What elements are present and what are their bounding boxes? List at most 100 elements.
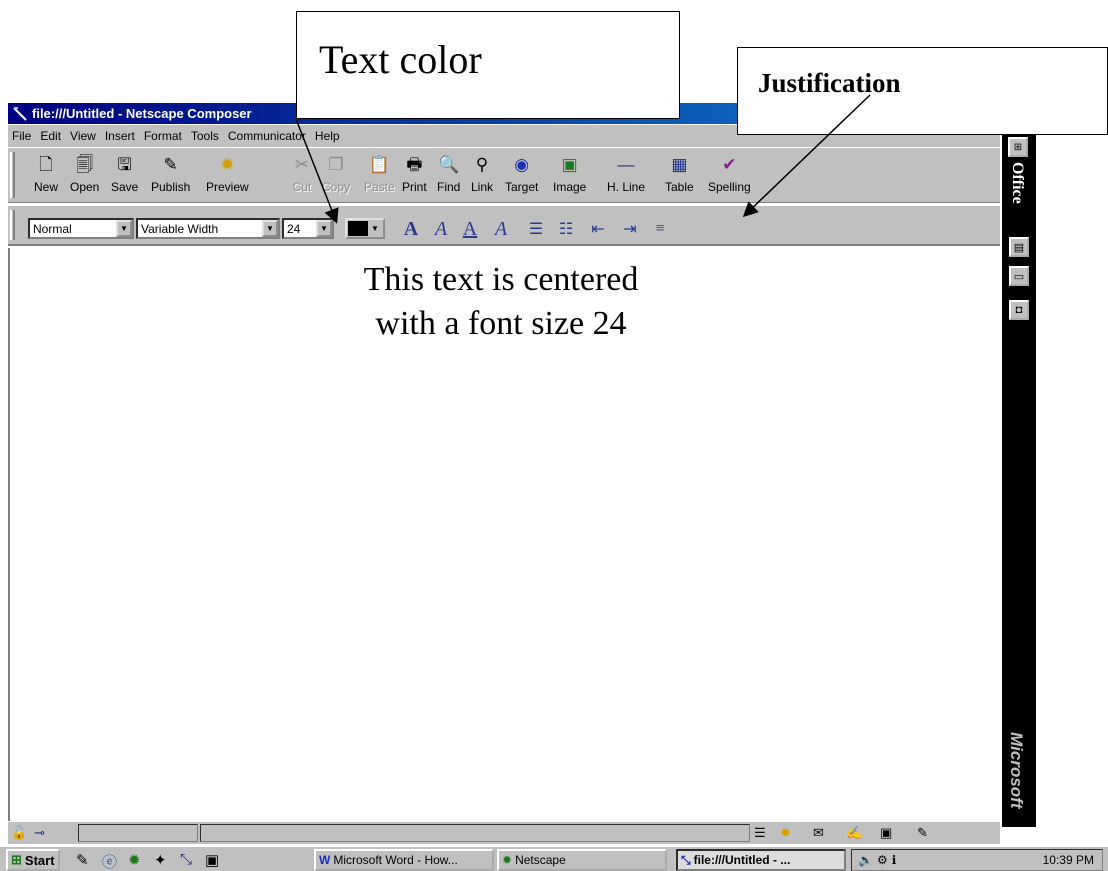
cut-button[interactable]: ✂ Cut xyxy=(291,154,313,194)
publish-button[interactable]: ✎ Publish xyxy=(151,154,190,194)
netscape-icon[interactable]: ✹ xyxy=(128,851,141,869)
taskbar-word-label: Microsoft Word - How... xyxy=(333,853,458,867)
calendar-icon[interactable]: ▣ xyxy=(205,851,219,869)
table-button[interactable]: ▦ Table xyxy=(665,154,694,194)
mailbox-icon[interactable]: ✉ xyxy=(813,825,824,841)
taskbar-netscape-button[interactable]: ✹ Netscape xyxy=(497,849,667,871)
word-icon: W xyxy=(319,853,331,867)
target-label: Target xyxy=(505,180,539,194)
print-button[interactable]: 🖶 Print xyxy=(402,154,427,194)
printer-icon: 🖶 xyxy=(406,155,423,174)
paste-label: Paste xyxy=(364,180,395,194)
paragraph-style-select[interactable]: Normal ▼ xyxy=(28,218,134,239)
menu-format[interactable]: Format xyxy=(144,129,182,143)
bold-button[interactable]: A xyxy=(399,218,423,240)
discussion-icon[interactable]: ✍ xyxy=(846,825,862,841)
menu-edit[interactable]: Edit xyxy=(40,129,61,143)
taskbar-netscape-label: Netscape xyxy=(515,853,566,867)
target-button[interactable]: ◉ Target xyxy=(505,154,538,194)
taskbar-composer-button[interactable]: ⤡ file:///Untitled - ... xyxy=(676,849,846,871)
alignment-button[interactable]: ≡ xyxy=(648,218,672,240)
speaker-icon[interactable]: 🔈 xyxy=(858,853,873,867)
preview-label: Preview xyxy=(206,180,249,194)
toolbar-grip[interactable] xyxy=(10,210,15,240)
taskbar: ⊞ Start ✎ ⓔ ✹ ✦ ⤡ ▣ W Microsoft Word - H… xyxy=(0,845,1108,871)
new-document-icon[interactable]: ▤ xyxy=(1009,237,1029,257)
bold-icon: A xyxy=(403,217,419,240)
scissors-icon: ✂ xyxy=(294,155,310,174)
remove-styles-button[interactable]: A xyxy=(489,218,513,240)
open-button[interactable]: 🗐 Open xyxy=(70,154,99,194)
save-label: Save xyxy=(111,180,139,194)
link-button[interactable]: ⚲ Link xyxy=(471,154,493,194)
image-button[interactable]: ▣ Image xyxy=(553,154,586,194)
underline-button[interactable]: A xyxy=(458,218,482,240)
text-color-button[interactable]: ▼ xyxy=(345,218,385,239)
document-line-2: with a font size 24 xyxy=(375,305,627,342)
copy-button[interactable]: ❐ Copy xyxy=(322,154,350,194)
decrease-indent-button[interactable]: ⇤ xyxy=(586,218,610,240)
start-label: Start xyxy=(24,852,55,868)
menu-insert[interactable]: Insert xyxy=(105,129,135,143)
chevron-down-icon[interactable]: ▼ xyxy=(262,220,278,237)
composer-icon[interactable]: ⤡ xyxy=(180,851,192,868)
text-color-callout-label: Text color xyxy=(319,37,482,82)
spelling-label: Spelling xyxy=(708,180,751,194)
find-icon: 🔍 xyxy=(438,155,460,174)
paragraph-style-value: Normal xyxy=(33,221,72,236)
publish-label: Publish xyxy=(151,180,191,194)
image-icon: ▣ xyxy=(561,155,578,174)
network-icon[interactable]: ⚙ xyxy=(877,853,888,867)
spelling-button[interactable]: ✔ Spelling xyxy=(708,154,751,194)
open-folder-icon[interactable]: ▭ xyxy=(1009,266,1029,286)
italic-button[interactable]: A xyxy=(429,218,453,240)
edit-icon[interactable]: ✎ xyxy=(917,825,928,841)
status-bar: 🔓 ⊸ ☰ ✹ ✉ ✍ ▣ ✎ xyxy=(8,821,1000,844)
start-button[interactable]: ⊞ Start xyxy=(6,849,60,871)
font-select[interactable]: Variable Width ▼ xyxy=(136,218,280,239)
link-label: Link xyxy=(471,180,494,194)
increase-indent-button[interactable]: ⇥ xyxy=(618,218,642,240)
outlook-icon[interactable]: ◘ xyxy=(1009,300,1029,320)
document-area[interactable]: This text is centered with a font size 2… xyxy=(8,248,1000,821)
numbered-list-button[interactable]: ☷ xyxy=(554,218,578,240)
taskbar-word-button[interactable]: W Microsoft Word - How... xyxy=(314,849,494,871)
info-icon[interactable]: ℹ xyxy=(892,853,897,867)
new-button[interactable]: 🗋 New xyxy=(34,154,58,194)
menu-file[interactable]: File xyxy=(12,129,31,143)
chevron-down-icon[interactable]: ▼ xyxy=(316,220,332,237)
target-icon: ◉ xyxy=(514,155,530,174)
microsoft-brand: Microsoft xyxy=(1007,732,1026,809)
menu-help[interactable]: Help xyxy=(315,129,340,143)
hline-button[interactable]: — H. Line xyxy=(607,154,645,194)
bullet-list-button[interactable]: ☰ xyxy=(524,218,548,240)
desktop-icon[interactable]: ✎ xyxy=(76,851,89,869)
find-button[interactable]: 🔍 Find xyxy=(437,154,460,194)
composer-page-icon[interactable]: ▣ xyxy=(880,825,892,841)
font-size-value: 24 xyxy=(287,221,301,236)
office-logo-icon[interactable]: ⊞ xyxy=(1008,137,1028,157)
paste-button[interactable]: 📋 Paste xyxy=(364,154,395,194)
save-button[interactable]: 🖫 Save xyxy=(111,154,138,194)
toolbar-grip[interactable] xyxy=(10,152,15,198)
menu-view[interactable]: View xyxy=(70,129,96,143)
save-disk-icon: 🖫 xyxy=(117,155,132,174)
clock[interactable]: 10:39 PM xyxy=(1043,853,1094,867)
office-title: Office xyxy=(1009,162,1026,204)
navigator-icon[interactable]: ✹ xyxy=(780,825,791,841)
preview-button[interactable]: ✹ Preview xyxy=(206,154,249,194)
chevron-down-icon[interactable]: ▼ xyxy=(116,220,132,237)
underline-icon: A xyxy=(462,217,478,240)
menu-communicator[interactable]: Communicator xyxy=(228,129,306,143)
composer-icon[interactable]: ☰ xyxy=(754,825,766,841)
document-content[interactable]: This text is centered with a font size 2… xyxy=(10,258,1002,346)
messenger-icon[interactable]: ✦ xyxy=(154,851,167,869)
find-label: Find xyxy=(437,180,461,194)
security-icon[interactable]: 🔓 xyxy=(11,825,27,841)
increase-indent-icon: ⇥ xyxy=(623,221,637,238)
composer-task-icon: ⤡ xyxy=(681,852,691,867)
menu-tools[interactable]: Tools xyxy=(191,129,219,143)
horizontal-line-icon: — xyxy=(617,155,635,174)
internet-explorer-icon[interactable]: ⓔ xyxy=(102,851,117,871)
font-size-select[interactable]: 24 ▼ xyxy=(282,218,334,239)
